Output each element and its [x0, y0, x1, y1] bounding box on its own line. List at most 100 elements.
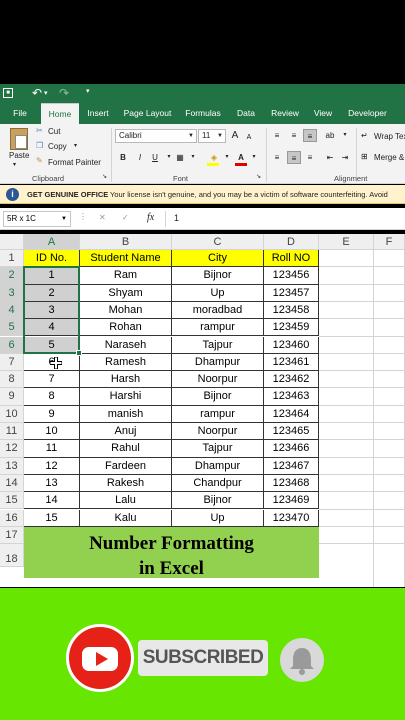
column-header[interactable]: E — [319, 234, 374, 250]
orientation-icon[interactable]: ab — [323, 129, 337, 142]
table-cell[interactable]: Up — [172, 509, 264, 527]
row-header[interactable]: 11 — [0, 423, 24, 441]
copy-icon[interactable]: ❐ — [36, 141, 43, 150]
row-header[interactable]: 15 — [0, 492, 24, 510]
align-bottom-icon[interactable]: ≡ — [303, 129, 317, 142]
table-cell[interactable]: 123458 — [264, 301, 319, 320]
youtube-icon[interactable] — [66, 624, 134, 692]
table-cell[interactable]: rampur — [172, 405, 264, 423]
table-cell[interactable]: 123464 — [264, 405, 319, 423]
table-cell[interactable]: 123457 — [264, 284, 319, 302]
table-cell[interactable]: manish — [80, 405, 172, 423]
underline-button[interactable]: U — [148, 151, 162, 164]
format-painter-icon[interactable]: ✎ — [36, 156, 43, 165]
orientation-dropdown-icon[interactable]: ▾ — [338, 129, 352, 142]
row-header[interactable]: 12 — [0, 440, 24, 458]
font-launcher-icon[interactable]: ↘ — [256, 173, 261, 180]
row-header[interactable]: 8 — [0, 371, 24, 389]
row-header[interactable]: 3 — [0, 284, 24, 302]
cut-icon[interactable]: ✂ — [36, 126, 43, 135]
table-cell[interactable]: 123460 — [264, 336, 319, 354]
row-header[interactable]: 5 — [0, 319, 24, 337]
tab-formulas[interactable]: Formulas — [183, 103, 223, 124]
column-header[interactable]: B — [80, 234, 172, 250]
select-all-corner[interactable] — [0, 234, 24, 250]
grow-font-button[interactable]: A — [228, 129, 242, 142]
table-cell[interactable]: Bijnor — [172, 267, 264, 285]
fill-handle[interactable] — [76, 349, 82, 356]
undo-icon[interactable]: ↶ — [32, 86, 42, 100]
column-header[interactable]: A — [24, 234, 80, 250]
bell-icon[interactable] — [280, 638, 324, 682]
column-header[interactable]: C — [172, 234, 264, 250]
row-header[interactable]: 1 — [0, 250, 24, 268]
subscribed-button[interactable]: SUBSCRIBED — [138, 640, 268, 676]
table-cell[interactable]: 123463 — [264, 388, 319, 406]
row-header[interactable]: 13 — [0, 457, 24, 475]
table-cell[interactable]: Chandpur — [172, 474, 264, 493]
bold-button[interactable]: B — [116, 151, 130, 164]
save-icon[interactable]: ■ — [3, 88, 13, 98]
merge-button[interactable]: Merge & — [374, 153, 404, 162]
formula-input[interactable]: 1 — [174, 213, 179, 223]
table-cell[interactable]: Dhampur — [172, 353, 264, 372]
row-header[interactable]: 6 — [0, 336, 24, 354]
table-cell[interactable]: 14 — [24, 492, 80, 510]
tab-insert[interactable]: Insert — [83, 103, 113, 124]
undo-dropdown-icon[interactable]: ▾ — [44, 89, 48, 97]
row-header[interactable]: 10 — [0, 405, 24, 423]
table-cell[interactable]: 123461 — [264, 353, 319, 372]
clipboard-icon[interactable] — [10, 128, 28, 150]
font-size-select[interactable]: 11 ▼ — [198, 129, 226, 143]
table-cell[interactable]: Mohan — [80, 301, 172, 320]
paste-label[interactable]: Paste — [9, 151, 29, 160]
row-header[interactable]: 14 — [0, 474, 24, 493]
row-header[interactable]: 4 — [0, 301, 24, 320]
table-header-cell[interactable]: Student Name — [80, 250, 172, 268]
decrease-indent-icon[interactable]: ⇤ — [323, 151, 337, 164]
table-cell[interactable]: 123456 — [264, 267, 319, 285]
table-cell[interactable]: moradbad — [172, 301, 264, 320]
table-cell[interactable]: Tajpur — [172, 336, 264, 354]
cut-button[interactable]: Cut — [48, 127, 60, 136]
align-top-icon[interactable]: ≡ — [270, 129, 284, 142]
fill-color-dropdown-icon[interactable]: ▾ — [220, 151, 234, 164]
table-cell[interactable]: 123459 — [264, 319, 319, 337]
redo-icon[interactable]: ↷ — [59, 86, 69, 100]
table-header-cell[interactable]: City — [172, 250, 264, 268]
name-box[interactable]: 5R x 1C ▼ — [3, 211, 71, 227]
copy-button[interactable]: Copy — [48, 142, 67, 151]
tab-data[interactable]: Data — [232, 103, 260, 124]
table-cell[interactable]: rampur — [172, 319, 264, 337]
table-cell[interactable]: Harsh — [80, 371, 172, 389]
format-painter-button[interactable]: Format Painter — [48, 158, 101, 167]
borders-dropdown-icon[interactable]: ▾ — [186, 151, 200, 164]
wrap-text-icon[interactable]: ↵ — [361, 131, 368, 140]
row-header[interactable]: 9 — [0, 388, 24, 406]
table-cell[interactable]: Rakesh — [80, 474, 172, 493]
table-cell[interactable]: 123469 — [264, 492, 319, 510]
table-header-cell[interactable]: ID No. — [24, 250, 80, 268]
shrink-font-button[interactable]: A — [242, 131, 256, 144]
table-cell[interactable]: Lalu — [80, 492, 172, 510]
table-cell[interactable]: 9 — [24, 405, 80, 423]
table-cell[interactable]: Ramesh — [80, 353, 172, 372]
align-middle-icon[interactable]: ≡ — [287, 129, 301, 142]
table-cell[interactable]: 15 — [24, 509, 80, 527]
tab-developer[interactable]: Developer — [345, 103, 390, 124]
table-cell[interactable]: Noorpur — [172, 423, 264, 441]
table-cell[interactable]: Rohan — [80, 319, 172, 337]
row-header[interactable]: 18 — [0, 544, 24, 568]
table-cell[interactable]: 123468 — [264, 474, 319, 493]
table-cell[interactable]: Bijnor — [172, 388, 264, 406]
table-cell[interactable]: 123465 — [264, 423, 319, 441]
table-cell[interactable]: 11 — [24, 440, 80, 458]
table-cell[interactable]: 123466 — [264, 440, 319, 458]
cancel-icon[interactable]: ✕ — [99, 213, 106, 222]
row-header[interactable]: 17 — [0, 526, 24, 545]
table-cell[interactable]: Anuj — [80, 423, 172, 441]
row-header[interactable]: 16 — [0, 509, 24, 527]
table-cell[interactable]: Bijnor — [172, 492, 264, 510]
row-header[interactable]: 7 — [0, 353, 24, 372]
font-name-select[interactable]: Calibri ▼ — [115, 129, 197, 143]
